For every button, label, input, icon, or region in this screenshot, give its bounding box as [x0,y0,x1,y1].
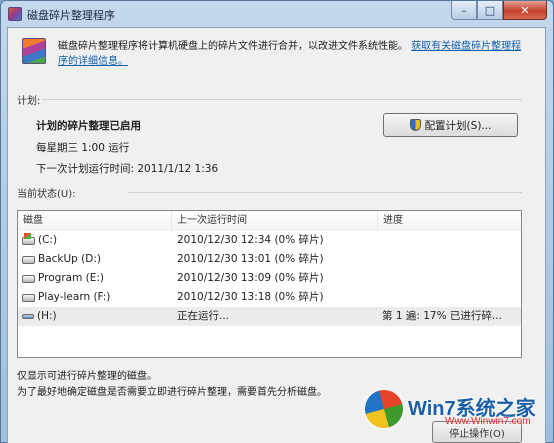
window-title: 磁盘碎片整理程序 [27,9,115,22]
progress: 第 1 遍: 17% 已进行碎... [382,310,502,322]
windows-flag-icon [360,385,408,433]
minimize-icon: – [461,3,467,17]
close-icon: ✕ [520,3,530,17]
progress [378,250,521,269]
hard-drive-icon [22,293,35,302]
progress [378,288,521,307]
last-run: 2010/12/30 12:34 (0% 碎片) [177,234,324,246]
watermark-logo: Win7系统之家 Www.Winwin7.com [360,378,554,443]
disk-list[interactable]: 磁盘 上一次运行时间 进度 (C:) 2010/12/30 12:34 (0% … [17,210,522,358]
intro-description: 磁盘碎片整理程序将计算机硬盘上的碎片文件进行合并，以改进文件系统性能。 [58,41,408,52]
schedule-frequency: 每星期三 1:00 运行 [36,142,130,154]
disk-name: Program (E:) [38,272,105,284]
disk-name: Play-learn (F:) [38,291,111,303]
disk-list-header: 磁盘 上一次运行时间 进度 [18,211,521,231]
disk-name: BackUp (D:) [38,253,101,265]
maximize-button[interactable]: □ [477,1,503,20]
progress [378,269,521,288]
system-drive-icon [22,232,35,245]
last-run: 2010/12/30 13:18 (0% 碎片) [177,291,324,303]
disk-row-f[interactable]: Play-learn (F:) 2010/12/30 13:18 (0% 碎片) [18,288,521,307]
schedule-status-title: 计划的碎片整理已启用 [36,120,141,132]
footnote-defraggable-only: 仅显示可进行碎片整理的磁盘。 [17,371,157,382]
learn-more-link[interactable]: 获取有关磁盘碎片整理程 [411,41,521,52]
schedule-divider [42,99,522,100]
progress [378,231,521,250]
disk-row-d[interactable]: BackUp (D:) 2010/12/30 13:01 (0% 碎片) [18,250,521,269]
hard-drive-icon [22,255,35,264]
usb-drive-icon [22,314,34,319]
uac-shield-icon [409,119,421,131]
disk-name: (C:) [38,234,58,246]
learn-more-link-continued[interactable]: 序的详细信息。 [58,56,128,67]
minimize-button[interactable]: – [451,1,477,20]
disk-name: (H:) [37,310,57,322]
title-bar[interactable]: 磁盘碎片整理程序 – □ ✕ [1,1,553,27]
window-controls: – □ ✕ [451,1,547,20]
defrag-app-icon [8,7,22,21]
disk-row-c[interactable]: (C:) 2010/12/30 12:34 (0% 碎片) [18,231,521,250]
column-progress[interactable]: 进度 [378,211,521,231]
maximize-icon: □ [484,3,496,17]
configure-schedule-button[interactable]: 配置计划(S)... [383,113,518,137]
schedule-section-label: 计划: [17,96,41,107]
last-run: 正在运行... [177,310,230,322]
disk-row-h[interactable]: (H:) 正在运行... 第 1 遍: 17% 已进行碎... [18,307,521,326]
intro-text: 磁盘碎片整理程序将计算机硬盘上的碎片文件进行合并，以改进文件系统性能。 获取有关… [58,39,538,69]
defrag-large-icon [22,38,46,64]
disk-row-e[interactable]: Program (E:) 2010/12/30 13:09 (0% 碎片) [18,269,521,288]
column-disk[interactable]: 磁盘 [18,211,172,231]
footnote-analyze-first: 为了最好地确定磁盘是否需要立即进行碎片整理，需要首先分析磁盘。 [17,387,327,398]
watermark-url: Www.Winwin7.com [445,416,531,427]
schedule-next-run: 下一次计划运行时间: 2011/1/12 1:36 [36,163,219,175]
column-last-run[interactable]: 上一次运行时间 [172,211,378,231]
close-button[interactable]: ✕ [503,1,547,20]
hard-drive-icon [22,274,35,283]
status-section-label: 当前状态(U): [17,189,76,200]
last-run: 2010/12/30 13:09 (0% 碎片) [177,272,324,284]
configure-schedule-label: 配置计划(S)... [424,119,492,132]
status-divider [128,192,522,193]
last-run: 2010/12/30 13:01 (0% 碎片) [177,253,324,265]
